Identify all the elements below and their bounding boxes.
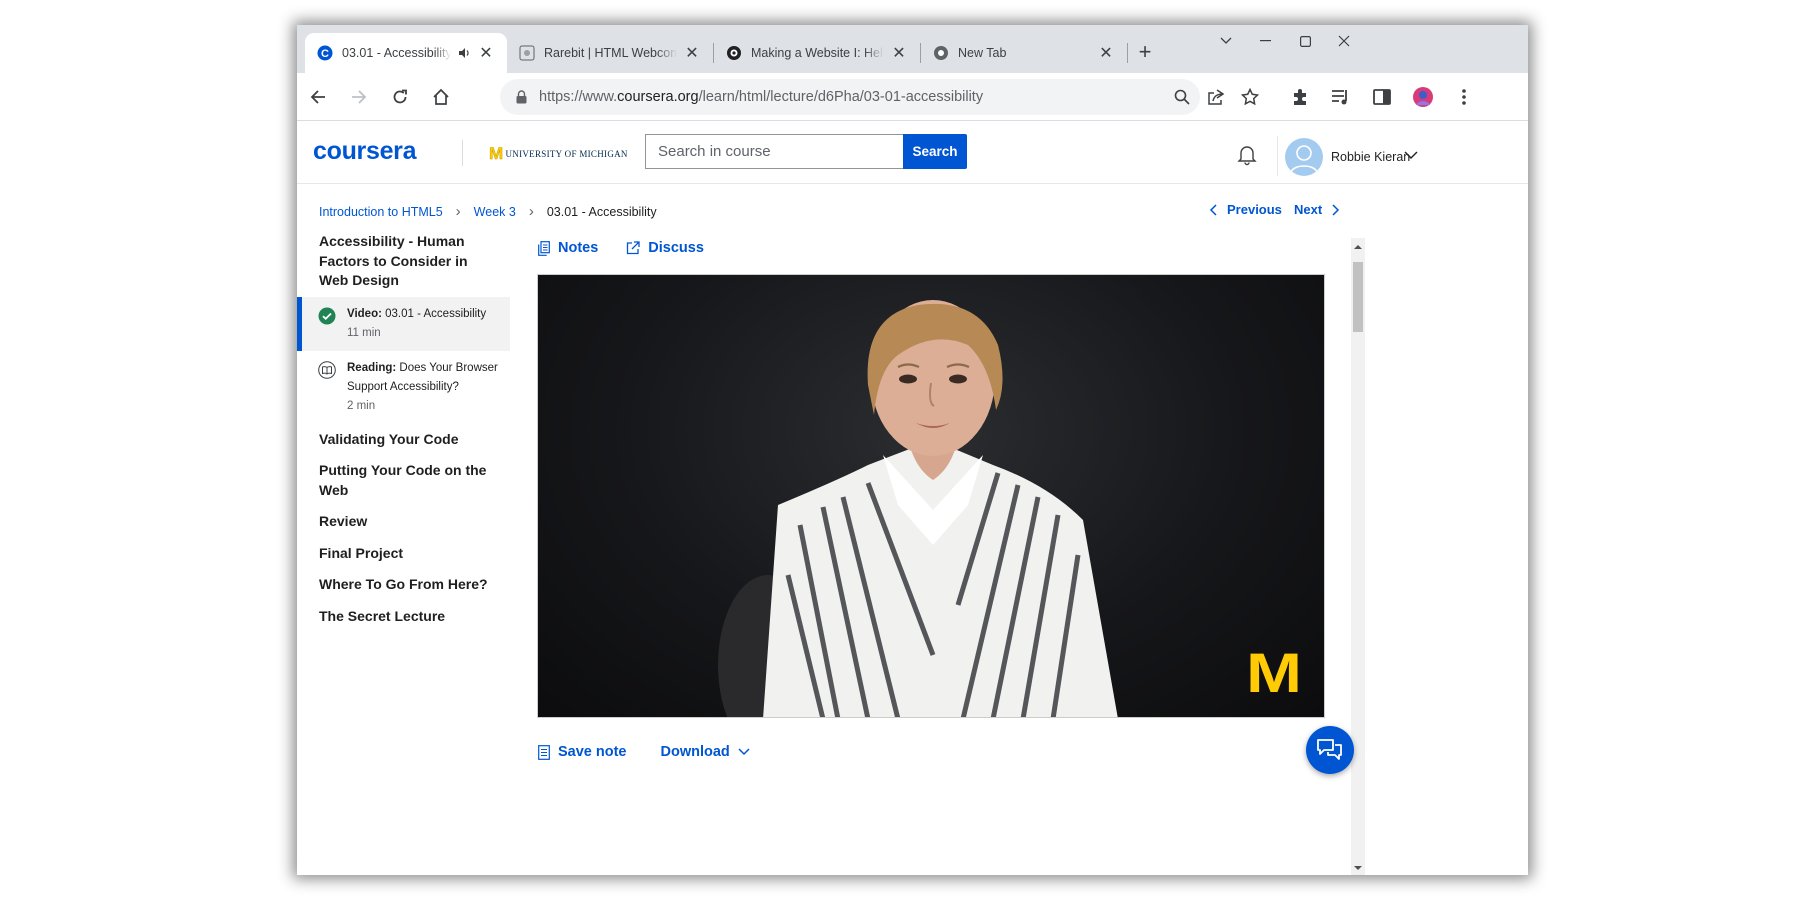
discuss-button[interactable]: Discuss [626, 240, 704, 256]
external-link-icon [626, 241, 640, 255]
website-favicon-icon [726, 45, 742, 61]
search-input[interactable]: Search in course [645, 134, 903, 169]
video-bottom-actions: Save note Download [538, 744, 750, 760]
url-text: https://www.coursera.org/learn/html/lect… [539, 89, 984, 105]
previous-button[interactable]: Previous [1209, 202, 1282, 217]
sidebar-item-duration: 11 min [347, 326, 381, 339]
new-tab-button[interactable]: + [1129, 36, 1161, 68]
profile-avatar-icon[interactable] [1407, 81, 1439, 113]
browser-window: C 03.01 - Accessibility | Coursera ✕ Rar… [297, 25, 1528, 875]
zoom-search-icon[interactable] [1166, 81, 1198, 113]
sidebar-lesson-where-to-go[interactable]: Where To Go From Here? [297, 575, 510, 595]
chevron-right-icon: › [455, 203, 461, 220]
tab-title: New Tab [958, 46, 1007, 60]
michigan-block-m-watermark: M [1246, 641, 1302, 704]
user-name[interactable]: Robbie Kieran [1331, 150, 1410, 164]
chrome-favicon-icon [933, 45, 949, 61]
next-button[interactable]: Next [1294, 202, 1340, 217]
chevron-left-icon [1209, 203, 1217, 216]
media-control-icon[interactable] [1325, 81, 1357, 113]
extensions-icon[interactable] [1284, 81, 1316, 113]
close-window-icon[interactable] [1321, 25, 1367, 57]
user-avatar[interactable] [1285, 138, 1323, 176]
header-divider [462, 140, 463, 166]
svg-text:C: C [321, 48, 329, 60]
completed-check-icon [318, 307, 336, 325]
sidebar-lesson-secret-lecture[interactable]: The Secret Lecture [297, 607, 510, 627]
tab-rarebit[interactable]: Rarebit | HTML Webcomic Template ✕ [507, 33, 713, 73]
lock-icon [516, 90, 527, 104]
tab-strip: C 03.01 - Accessibility | Coursera ✕ Rar… [297, 25, 1528, 73]
tab-title: 03.01 - Accessibility | Coursera [342, 46, 451, 60]
notes-icon [538, 240, 550, 256]
scrollbar-thumb[interactable] [1353, 262, 1363, 332]
side-panel-icon[interactable] [1366, 81, 1398, 113]
share-icon[interactable] [1200, 81, 1232, 113]
rarebit-favicon-icon [519, 45, 535, 61]
home-icon[interactable] [425, 81, 457, 113]
lecture-actions: Notes Discuss [538, 240, 704, 256]
tab-title: Making a Website I: Hello World [751, 46, 884, 60]
module-title[interactable]: Accessibility - Human Factors to Conside… [297, 232, 510, 291]
chevron-right-icon: › [528, 203, 534, 220]
close-tab-icon[interactable]: ✕ [1097, 44, 1115, 62]
tab-title: Rarebit | HTML Webcomic Template [544, 46, 677, 60]
back-icon[interactable] [302, 81, 334, 113]
close-tab-icon[interactable]: ✕ [890, 44, 908, 62]
page-scrollbar[interactable] [1351, 238, 1365, 875]
coursera-logo[interactable]: coursera [313, 137, 417, 166]
sidebar-item-duration: 2 min [347, 399, 376, 412]
video-player[interactable]: M [537, 274, 1325, 718]
notifications-bell-icon[interactable] [1235, 142, 1259, 166]
tab-new-tab[interactable]: New Tab ✕ [921, 33, 1127, 73]
browser-toolbar: https://www.coursera.org/learn/html/lect… [297, 73, 1528, 121]
notes-button[interactable]: Notes [538, 240, 598, 256]
sidebar-lesson-putting-code[interactable]: Putting Your Code on the Web [297, 461, 510, 500]
lecturer-video-frame [718, 300, 1118, 717]
note-icon [538, 744, 550, 760]
scroll-up-arrow-icon[interactable] [1351, 242, 1365, 252]
university-of-michigan-logo[interactable]: M UNIVERSITY OF MICHIGAN [489, 144, 628, 164]
reload-icon[interactable] [384, 81, 416, 113]
browser-menu-icon[interactable] [1448, 81, 1480, 113]
search-button[interactable]: Search [903, 134, 967, 169]
forward-icon[interactable] [343, 81, 375, 113]
sidebar-item-video[interactable]: Video: 03.01 - Accessibility 11 min [297, 296, 510, 351]
sidebar-item-label: Video: 03.01 - Accessibility [347, 307, 487, 320]
save-note-button[interactable]: Save note [538, 744, 627, 760]
sidebar-lesson-validating[interactable]: Validating Your Code [297, 430, 510, 450]
breadcrumb-course-link[interactable]: Introduction to HTML5 [319, 205, 443, 219]
coursera-favicon-icon: C [317, 45, 333, 61]
chat-bubbles-icon [1317, 739, 1342, 760]
chat-assistant-button[interactable] [1306, 726, 1354, 774]
sidebar-lesson-final-project[interactable]: Final Project [297, 544, 510, 564]
tab-separator [1127, 43, 1128, 63]
chevron-right-icon [1332, 203, 1340, 216]
breadcrumb-week-link[interactable]: Week 3 [474, 205, 516, 219]
course-sidebar: Accessibility - Human Factors to Conside… [297, 232, 510, 638]
sidebar-item-label: Reading: Does Your Browser Support Acces… [347, 361, 498, 393]
coursera-page: coursera M UNIVERSITY OF MICHIGAN Search… [297, 122, 1528, 875]
reading-book-icon [318, 360, 336, 379]
address-bar[interactable]: https://www.coursera.org/learn/html/lect… [500, 79, 1200, 115]
tab-coursera[interactable]: C 03.01 - Accessibility | Coursera ✕ [305, 33, 507, 73]
breadcrumb: Introduction to HTML5 › Week 3 › 03.01 -… [319, 203, 657, 220]
download-dropdown[interactable]: Download [661, 744, 750, 760]
bookmark-star-icon[interactable] [1234, 81, 1266, 113]
close-tab-icon[interactable]: ✕ [477, 44, 495, 62]
close-tab-icon[interactable]: ✕ [683, 44, 701, 62]
speaker-icon[interactable] [457, 46, 471, 60]
site-header: coursera M UNIVERSITY OF MICHIGAN Search… [297, 122, 1528, 184]
sidebar-item-reading[interactable]: Reading: Does Your Browser Support Acces… [297, 351, 510, 424]
chevron-down-icon [738, 748, 750, 756]
sidebar-lesson-review[interactable]: Review [297, 512, 510, 532]
user-divider [1277, 136, 1278, 176]
scroll-down-arrow-icon[interactable] [1351, 863, 1365, 873]
tab-website[interactable]: Making a Website I: Hello World ✕ [714, 33, 920, 73]
chevron-down-icon[interactable] [1404, 147, 1418, 163]
breadcrumb-current: 03.01 - Accessibility [546, 204, 657, 219]
